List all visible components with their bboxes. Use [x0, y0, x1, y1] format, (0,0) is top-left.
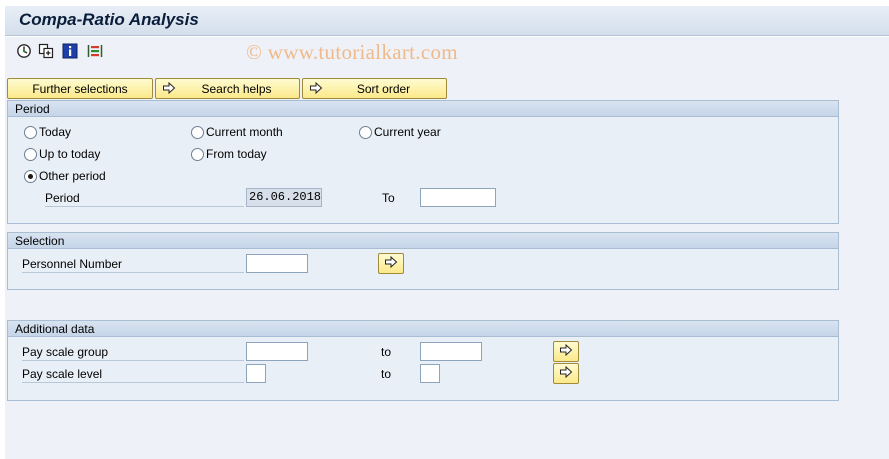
get-variant-icon[interactable] — [38, 43, 54, 59]
selection-header: Selection — [8, 233, 838, 249]
further-selections-button[interactable]: Further selections — [7, 78, 153, 99]
radio-current-year-label: Current year — [374, 125, 441, 139]
pay-scale-group-to-field[interactable] — [420, 342, 482, 361]
personnel-number-multiple-selection-button[interactable] — [378, 253, 404, 274]
selection-options-icon[interactable] — [87, 43, 103, 59]
pay-scale-group-from-field[interactable] — [246, 342, 308, 361]
sort-order-label: Sort order — [356, 81, 411, 96]
additional-data-group: Additional data Pay scale group to Pay s… — [7, 320, 839, 401]
pay-scale-level-multiple-selection-button[interactable] — [553, 363, 579, 384]
pay-scale-level-label-text: Pay scale level — [22, 367, 103, 381]
arrow-right-icon — [559, 365, 573, 382]
radio-current-month-label: Current month — [206, 125, 283, 139]
info-icon[interactable] — [62, 43, 78, 59]
radio-from-today-label: From today — [206, 147, 267, 161]
arrow-right-icon — [162, 81, 176, 98]
execute-icon[interactable] — [16, 43, 32, 59]
radio-today-label: Today — [39, 125, 72, 139]
radio-up-to-today[interactable] — [24, 148, 37, 161]
period-header: Period — [8, 101, 838, 117]
arrow-right-icon — [384, 255, 398, 272]
sort-order-button[interactable]: Sort order — [302, 78, 447, 99]
pay-scale-group-multiple-selection-button[interactable] — [553, 341, 579, 362]
pay-scale-group-label-text: Pay scale group — [22, 345, 109, 359]
selection-group: Selection Personnel Number — [7, 232, 839, 290]
period-to-label: To — [382, 191, 395, 205]
radio-other-period-label: Other period — [39, 169, 106, 183]
period-label-text: Period — [45, 191, 80, 205]
search-helps-label: Search helps — [201, 81, 272, 96]
radio-up-to-today-label: Up to today — [39, 147, 101, 161]
period-to-field[interactable] — [420, 188, 496, 207]
further-selections-label: Further selections — [32, 81, 128, 96]
title-bar: Compa-Ratio Analysis — [5, 6, 889, 36]
radio-current-month[interactable] — [191, 126, 204, 139]
period-group: Period Today Current month Current year … — [7, 100, 839, 224]
personnel-number-label-text: Personnel Number — [22, 257, 123, 271]
radio-today[interactable] — [24, 126, 37, 139]
pay-scale-level-to-label: to — [381, 367, 392, 381]
radio-other-period[interactable] — [24, 170, 37, 183]
arrow-right-icon — [309, 81, 323, 98]
period-label: Period — [45, 189, 244, 207]
period-from-field[interactable]: 26.06.2018 — [246, 188, 322, 207]
additional-data-header: Additional data — [8, 321, 838, 337]
search-helps-button[interactable]: Search helps — [155, 78, 300, 99]
pay-scale-group-label: Pay scale group — [22, 343, 244, 361]
arrow-right-icon — [559, 343, 573, 360]
pay-scale-level-label: Pay scale level — [22, 365, 244, 383]
window-title: Compa-Ratio Analysis — [19, 10, 199, 29]
personnel-number-label: Personnel Number — [22, 255, 244, 273]
pay-scale-group-to-label: to — [381, 345, 392, 359]
pay-scale-level-from-field[interactable] — [246, 364, 266, 383]
radio-from-today[interactable] — [191, 148, 204, 161]
watermark: © www.tutorialkart.com — [246, 40, 458, 64]
radio-current-year[interactable] — [359, 126, 372, 139]
personnel-number-field[interactable] — [246, 254, 308, 273]
pay-scale-level-to-field[interactable] — [420, 364, 440, 383]
